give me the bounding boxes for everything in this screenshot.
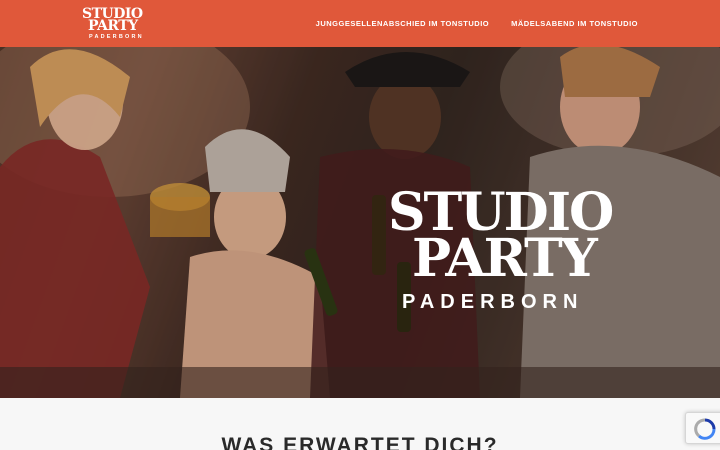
hero-image: STUDIO PARTY PADERBORN xyxy=(0,47,720,398)
nav-junggesellenabschied[interactable]: JUNGGESELLENABSCHIED IM TONSTUDIO xyxy=(316,19,489,28)
hero-logo-line-3: PADERBORN xyxy=(402,291,584,313)
hero-logo-line-2: PARTY xyxy=(412,228,598,289)
main-nav: JUNGGESELLENABSCHIED IM TONSTUDIO MÄDELS… xyxy=(316,0,638,47)
nav-maedelsabend[interactable]: MÄDELSABEND IM TONSTUDIO xyxy=(511,19,638,28)
logo-line-2: PARTY xyxy=(88,18,138,34)
section-heading: WAS ERWARTET DICH? xyxy=(221,434,499,450)
site-logo[interactable]: STUDIO PARTY PADERBORN xyxy=(82,7,146,41)
hero-logo: STUDIO PARTY PADERBORN xyxy=(388,187,638,317)
logo-line-3: PADERBORN xyxy=(89,34,144,40)
recaptcha-icon xyxy=(694,418,716,440)
intro-section: WAS ERWARTET DICH? xyxy=(0,398,720,450)
recaptcha-badge[interactable] xyxy=(685,412,720,444)
site-header: STUDIO PARTY PADERBORN JUNGGESELLENABSCH… xyxy=(0,0,720,47)
